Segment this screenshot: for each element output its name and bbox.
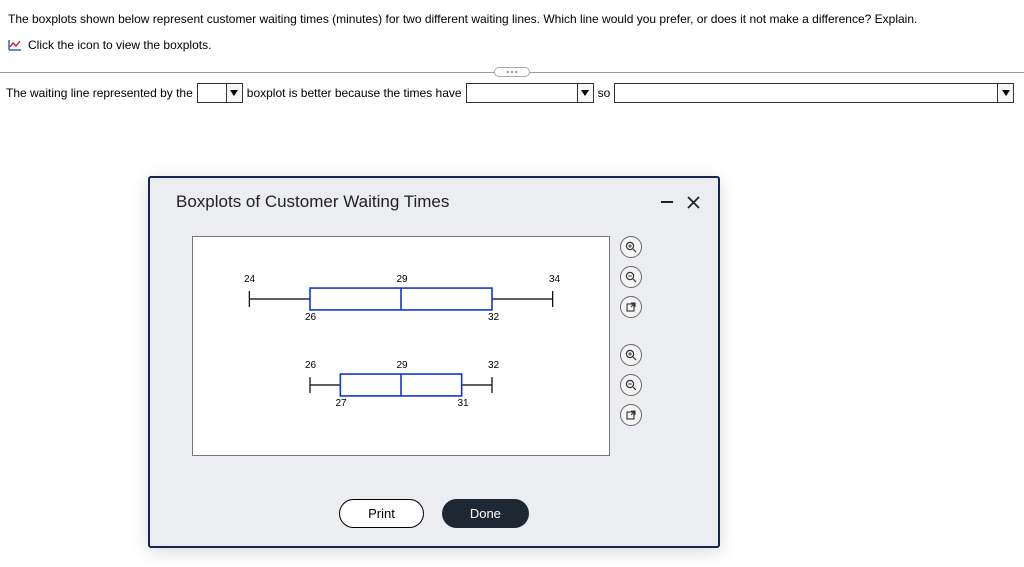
boxplot-value-label: 32 bbox=[488, 312, 499, 323]
boxplot-value-label: 34 bbox=[549, 274, 560, 285]
chart-icon[interactable] bbox=[8, 39, 22, 51]
done-button[interactable]: Done bbox=[442, 499, 529, 528]
sentence-part-3: so bbox=[598, 86, 611, 100]
minimize-icon[interactable] bbox=[661, 201, 673, 203]
boxplot-value-label: 27 bbox=[335, 398, 346, 409]
close-icon[interactable] bbox=[687, 196, 700, 209]
zoom-out-icon[interactable] bbox=[620, 266, 642, 288]
section-divider bbox=[0, 72, 1024, 73]
chevron-down-icon bbox=[577, 84, 593, 102]
boxplots-modal: Boxplots of Customer Waiting Times 24 29 3… bbox=[148, 176, 720, 548]
boxplot-value-label: 29 bbox=[396, 274, 407, 285]
dropdown-reason-2[interactable] bbox=[614, 83, 1014, 103]
answer-sentence: The waiting line represented by the boxp… bbox=[0, 83, 1024, 111]
sentence-part-1: The waiting line represented by the bbox=[6, 86, 193, 100]
boxplot-value-label: 26 bbox=[305, 360, 316, 371]
zoom-in-icon[interactable] bbox=[620, 344, 642, 366]
print-button[interactable]: Print bbox=[339, 499, 424, 528]
boxplot-value-label: 29 bbox=[396, 360, 407, 371]
chevron-down-icon bbox=[997, 84, 1013, 102]
popout-icon[interactable] bbox=[620, 404, 642, 426]
dropdown-which-boxplot[interactable] bbox=[197, 83, 243, 103]
divider-handle[interactable] bbox=[494, 67, 530, 77]
boxplot-top: 24 29 34 26 32 bbox=[219, 269, 583, 329]
boxplot-value-label: 24 bbox=[244, 274, 255, 285]
view-boxplots-link[interactable]: Click the icon to view the boxplots. bbox=[28, 38, 211, 52]
dropdown-reason-1[interactable] bbox=[466, 83, 594, 103]
popout-icon[interactable] bbox=[620, 296, 642, 318]
modal-title: Boxplots of Customer Waiting Times bbox=[176, 192, 449, 212]
boxplot-value-label: 26 bbox=[305, 312, 316, 323]
zoom-out-icon[interactable] bbox=[620, 374, 642, 396]
boxplot-area: 24 29 34 26 32 26 29 32 27 31 bbox=[192, 236, 610, 456]
zoom-in-icon[interactable] bbox=[620, 236, 642, 258]
boxplot-value-label: 32 bbox=[488, 360, 499, 371]
chevron-down-icon bbox=[226, 84, 242, 102]
question-text: The boxplots shown below represent custo… bbox=[8, 10, 1016, 28]
boxplot-value-label: 31 bbox=[457, 398, 468, 409]
sentence-part-2: boxplot is better because the times have bbox=[247, 86, 462, 100]
boxplot-bottom: 26 29 32 27 31 bbox=[219, 355, 583, 415]
